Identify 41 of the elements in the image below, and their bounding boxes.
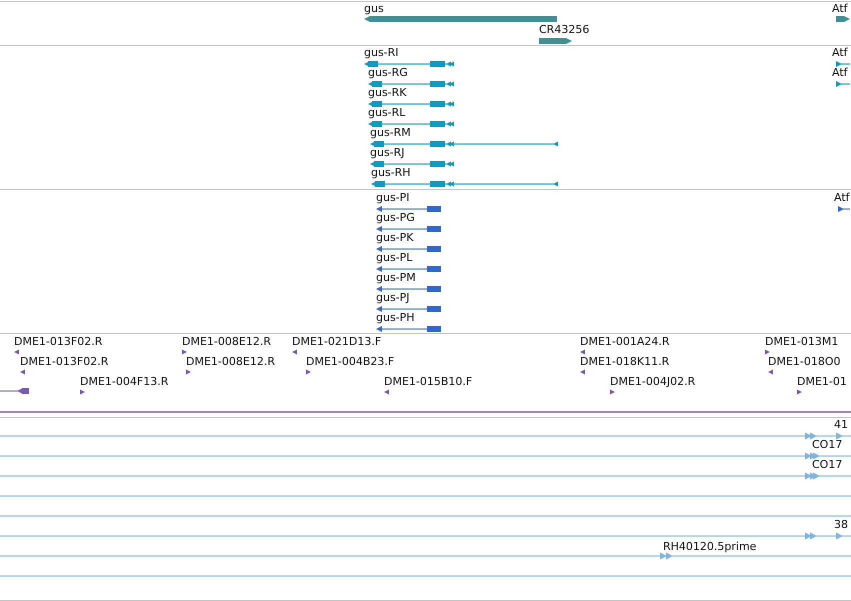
feature-label: gus-PH [376, 311, 415, 324]
feature-label: gus-PJ [376, 291, 410, 304]
feature-label: DME1-013F02.R [20, 355, 108, 368]
feature-label: Atf [832, 2, 848, 15]
feature-label: DME1-008E12.R [182, 335, 271, 348]
feature-label: DME1-004J02.R [610, 375, 696, 388]
feature-label: gus-RI [364, 46, 399, 59]
feature-label: gus-RJ [370, 146, 405, 159]
feature-label: Atf [834, 191, 850, 204]
feature-label: Atf [832, 66, 848, 79]
feature-label: gus-PK [376, 231, 414, 244]
feature-label: gus-RM [370, 126, 411, 139]
feature-label: CO17 [812, 438, 842, 451]
feature-label: DME1-021D13.F [292, 335, 382, 348]
arrowhead-icon [805, 532, 817, 540]
feature-label: gus-PG [376, 211, 415, 224]
feature-label: gus [364, 2, 384, 15]
feature-label: DME1-004B23.F [306, 355, 394, 368]
feature-label: DME1-015B10.F [384, 375, 472, 388]
feature-label: DME1-013M1 [765, 335, 838, 348]
feature-label: DME1-004F13.R [80, 375, 168, 388]
feature-label: CO17 [812, 458, 842, 471]
feature-label: gus-PM [376, 271, 416, 284]
feature-label: Atf [832, 46, 848, 59]
feature-label: gus-PL [376, 251, 412, 264]
feature-label: DME1-018O0 [768, 355, 841, 368]
feature-label: gus-RH [371, 166, 411, 179]
feature-label: gus-RL [368, 106, 406, 119]
feature-label: 41 [834, 418, 848, 431]
feature-label: gus-PI [376, 191, 410, 204]
feature-label: DME1-013F02.R [14, 335, 102, 348]
feature-label: DME1-01 [797, 375, 847, 388]
feature-label: DME1-018K11.R [580, 355, 670, 368]
arrowhead-icon [805, 432, 817, 440]
feature-label: RH40120.5prime [663, 540, 756, 553]
feature-label: gus-RK [368, 86, 407, 99]
feature-label: CR43256 [539, 23, 590, 36]
feature-label: 38 [834, 518, 848, 531]
feature-label: DME1-008E12.R [186, 355, 275, 368]
feature-label: DME1-001A24.R [580, 335, 670, 348]
feature-label: gus-RG [368, 66, 408, 79]
